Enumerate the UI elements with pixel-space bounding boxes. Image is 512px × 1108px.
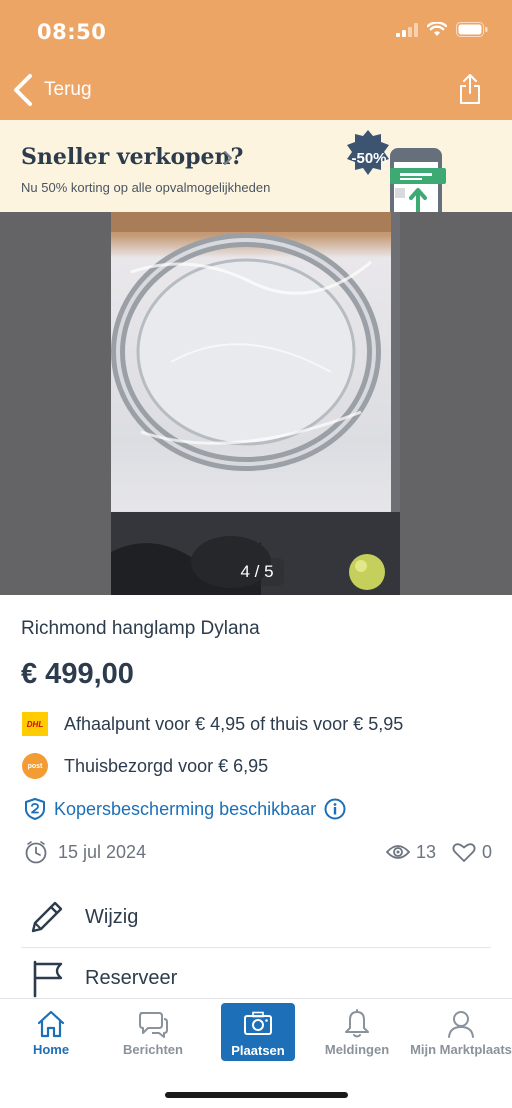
camera-icon	[244, 1011, 272, 1035]
tab-my-marktplaats[interactable]: Mijn Marktplaats	[410, 999, 512, 1065]
listing-title: Richmond hanglamp Dylana	[21, 618, 260, 639]
status-icons	[396, 22, 488, 37]
heart-icon[interactable]	[452, 842, 476, 863]
views-count: 13	[415, 841, 436, 862]
shipping-option-postnl: post Thuisbezorgd voor € 6,95	[22, 752, 268, 780]
photo-content	[111, 212, 400, 595]
listing-price: € 499,00	[21, 658, 134, 690]
listing-date-text: 15 jul 2024	[58, 841, 147, 862]
promo-subtitle: Nu 50% korting op alle opvalmogelijkhede…	[21, 180, 271, 195]
home-indicator	[165, 1092, 348, 1098]
listing-date: 15 jul 2024	[24, 838, 146, 866]
back-label: Terug	[44, 79, 92, 100]
promo-banner[interactable]: Sneller verkopen? Nu 50% korting op alle…	[0, 120, 512, 212]
tab-home[interactable]: Home	[0, 999, 102, 1065]
dhl-logo: DHL	[22, 712, 48, 736]
tab-label: Meldingen	[324, 1042, 390, 1057]
wifi-icon	[427, 22, 447, 36]
edit-label: Wijzig	[85, 905, 139, 928]
reserve-label: Reserveer	[85, 966, 178, 989]
shield-icon	[25, 798, 45, 820]
listing-stats: 13 0	[385, 838, 492, 866]
listing-meta: 15 jul 2024 13 0	[24, 838, 492, 866]
edit-button[interactable]: Wijzig	[21, 887, 491, 947]
user-icon	[448, 1011, 474, 1038]
tab-label: Plaatsen	[231, 1043, 285, 1058]
tab-messages[interactable]: Berichten	[102, 999, 204, 1065]
shipping-text: Thuisbezorgd voor € 6,95	[64, 755, 269, 776]
tab-label: Home	[32, 1042, 70, 1057]
listing-photo[interactable]	[111, 212, 400, 595]
nav-bar: Terug	[0, 62, 512, 120]
promo-badge: -50%	[351, 150, 387, 167]
home-icon	[37, 1010, 65, 1038]
shipping-text: Afhaalpunt voor € 4,95 of thuis voor € 5…	[64, 713, 404, 734]
battery-icon	[456, 22, 488, 37]
eye-icon	[385, 845, 410, 859]
share-icon	[460, 74, 480, 104]
bell-icon	[345, 1009, 369, 1038]
chevron-right-icon	[224, 151, 232, 165]
promo-title: Sneller verkopen?	[21, 144, 244, 170]
flag-icon	[33, 960, 63, 998]
status-time: 08:50	[37, 20, 107, 44]
clock-icon	[25, 841, 47, 864]
info-icon[interactable]	[324, 798, 346, 820]
pencil-icon	[31, 901, 63, 933]
tab-post[interactable]: Plaatsen	[221, 1003, 295, 1061]
status-bar: 08:50	[0, 0, 512, 62]
chevron-left-icon	[14, 74, 32, 106]
photo-gallery[interactable]	[0, 212, 512, 595]
chat-icon	[139, 1012, 168, 1038]
back-button[interactable]: Terug	[12, 70, 92, 110]
tab-label: Mijn Marktplaats	[410, 1042, 512, 1057]
share-button[interactable]	[458, 73, 482, 105]
favorites-count: 0	[481, 841, 492, 862]
postnl-logo: post	[22, 753, 48, 779]
signal-icon	[396, 22, 418, 37]
promo-illustration	[347, 130, 446, 212]
tab-notifications[interactable]: Meldingen	[306, 999, 408, 1065]
buyer-protection-link[interactable]: Kopersbescherming beschikbaar	[24, 795, 346, 823]
tab-label: Berichten	[123, 1042, 183, 1057]
photo-counter: 4 / 5	[230, 558, 284, 586]
buyer-protection-label: Kopersbescherming beschikbaar	[54, 798, 317, 819]
shipping-option-dhl: DHL Afhaalpunt voor € 4,95 of thuis voor…	[22, 710, 403, 738]
